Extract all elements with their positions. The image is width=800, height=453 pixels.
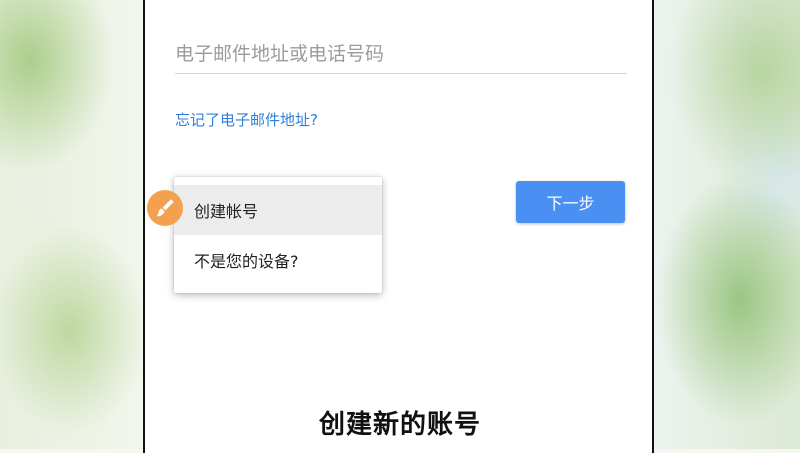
- subtitle-caption: 创建新的账号: [318, 410, 481, 440]
- forgot-email-link[interactable]: 忘记了电子邮件地址?: [175, 109, 318, 130]
- account-popup-menu: 创建帐号 不是您的设备?: [174, 177, 382, 293]
- email-or-phone-input[interactable]: [175, 34, 627, 74]
- brush-badge[interactable]: [147, 190, 183, 226]
- brush-icon: [156, 199, 174, 217]
- menu-item-not-your-device[interactable]: 不是您的设备?: [174, 235, 382, 285]
- menu-item-create-account[interactable]: 创建帐号: [174, 185, 382, 235]
- next-button[interactable]: 下一步: [516, 181, 625, 223]
